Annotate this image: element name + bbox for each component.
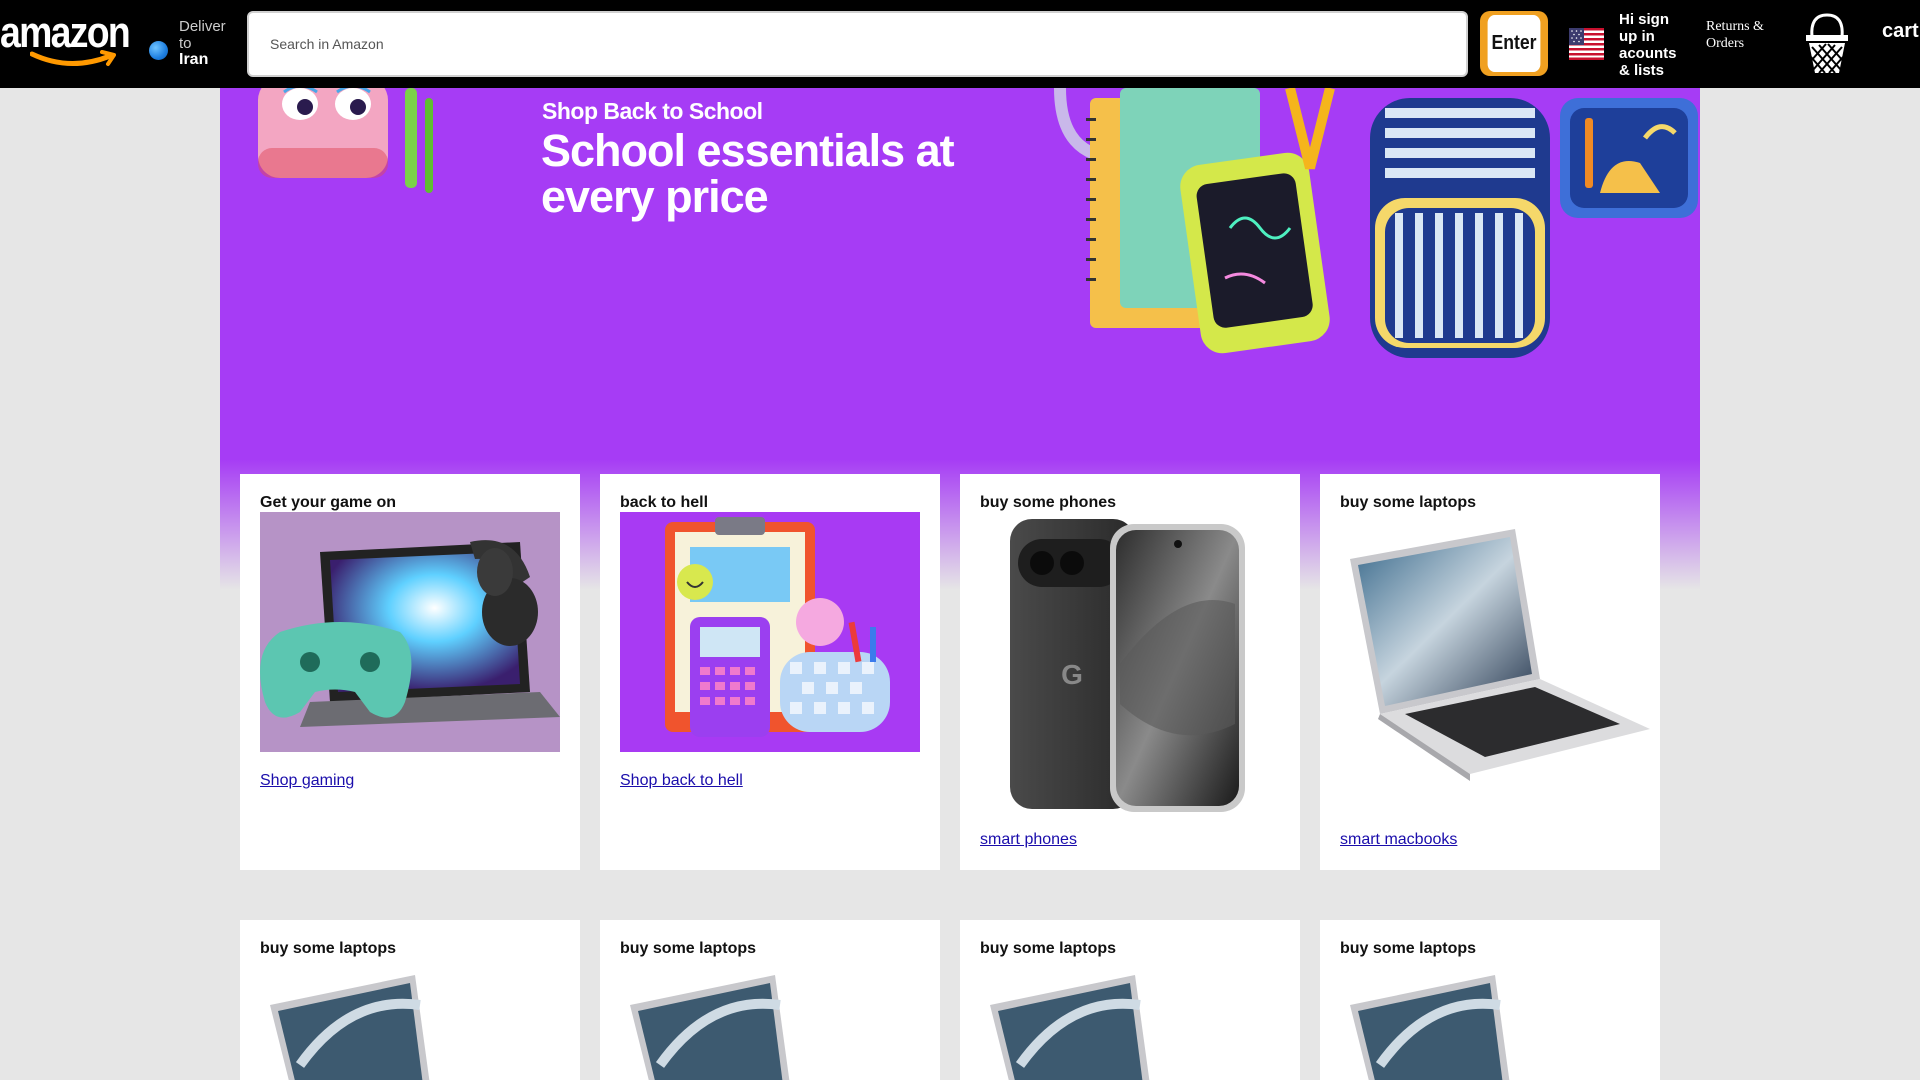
hero-eyebrow: Shop Back to School [542, 98, 763, 124]
amazon-logo[interactable]: amazon [0, 6, 135, 70]
shopping-basket-icon[interactable] [1802, 13, 1852, 76]
card-title: buy some laptops [620, 940, 757, 957]
macbook-laptop-image[interactable] [1340, 529, 1660, 789]
card-title: Get your game on [260, 494, 397, 511]
macbook-laptop-image[interactable] [1340, 975, 1540, 1080]
shop-gaming-link[interactable]: Shop gaming [260, 772, 354, 790]
smile-arrow-icon [30, 50, 116, 66]
product-card: buy some laptops [960, 920, 1300, 1080]
shop-back-to-hell-link[interactable]: Shop back to hell [620, 772, 743, 790]
gaming-controller-laptop-image[interactable] [260, 512, 560, 752]
search-enter-button[interactable]: Enter [1480, 11, 1548, 76]
enter-label: Enter [1487, 15, 1541, 72]
product-card: buy some laptops smart macbooks [1320, 474, 1660, 870]
svg-text:G: G [1061, 659, 1083, 690]
card-title: back to hell [620, 494, 709, 511]
globe-icon [149, 41, 168, 60]
card-title: buy some laptops [980, 940, 1117, 957]
card-title: buy some phones [980, 494, 1117, 511]
product-card: Get your game on Shop gaming [240, 474, 580, 870]
deliver-to-location[interactable]: Deliver to Iran [149, 18, 229, 72]
product-card: back to hell Shop back to hell [600, 474, 940, 870]
macbook-laptop-image[interactable] [620, 975, 820, 1080]
smart-macbooks-link[interactable]: smart macbooks [1340, 831, 1457, 849]
pencil-pouch-illustration [258, 88, 433, 193]
card-title: buy some laptops [1340, 494, 1477, 511]
macbook-laptop-image[interactable] [980, 975, 1180, 1080]
smart-phones-link[interactable]: smart phones [980, 831, 1077, 849]
cart-label[interactable]: cart [1882, 20, 1919, 43]
returns-orders-link[interactable]: Returns & Orders [1706, 18, 1766, 52]
search-box [247, 11, 1468, 77]
card-title: buy some laptops [1340, 940, 1477, 957]
school-supplies-illustration [1054, 88, 1698, 358]
account-lists-link[interactable]: Hi sign up in acounts & lists [1619, 11, 1689, 79]
top-nav-bar: amazon Deliver to Iran Enter [0, 0, 1920, 88]
product-card: buy some laptops [600, 920, 940, 1080]
card-title: buy some laptops [260, 940, 397, 957]
macbook-laptop-image[interactable] [260, 975, 460, 1080]
search-input[interactable] [249, 13, 1466, 75]
smartphones-image[interactable]: G [1000, 514, 1260, 814]
deliver-label: Deliver to [179, 18, 226, 52]
deliver-location: Iran [179, 51, 209, 68]
hero-title: School essentials at every price [541, 125, 955, 222]
product-card: buy some phones G smart phones [960, 474, 1300, 870]
us-flag-icon[interactable] [1569, 28, 1604, 60]
product-card: buy some laptops [1320, 920, 1660, 1080]
school-supplies-image[interactable] [620, 512, 920, 752]
product-card: buy some laptops [240, 920, 580, 1080]
